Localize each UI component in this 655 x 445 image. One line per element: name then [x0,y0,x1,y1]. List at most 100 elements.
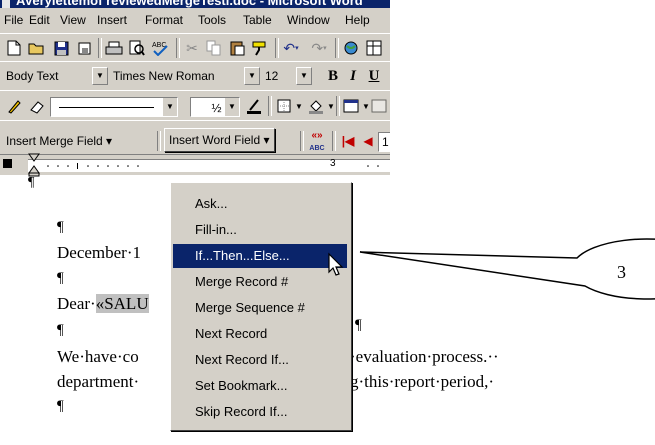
print-icon[interactable] [103,37,125,59]
save-icon[interactable] [50,37,72,59]
menu-file[interactable]: File [4,13,23,27]
menu-item-next-record-if[interactable]: Next Record If... [173,348,347,372]
permissions-icon[interactable] [73,37,95,59]
menu-item-ask[interactable]: Ask... [173,192,347,216]
callout-label: 3 [617,262,626,282]
insert-merge-field-button[interactable]: Insert Merge Field ▾ [2,130,116,152]
insert-table-icon[interactable] [340,95,362,117]
menu-item-next-record[interactable]: Next Record [173,322,347,346]
callout-bubble [359,238,655,300]
body-line-1-right: ·evaluation·process.·· [350,347,499,366]
menu-tools[interactable]: Tools [198,13,226,27]
open-folder-icon[interactable] [26,37,48,59]
word-app-icon [2,0,10,8]
chevron-down-icon: ▼ [296,67,312,85]
hyperlink-icon[interactable] [340,37,362,59]
abc-label: ABC [309,145,325,152]
paragraph-mark: ¶ [28,175,35,190]
toolbar-separator [332,131,336,151]
date-line: December·1 [57,243,142,262]
underline-button[interactable]: U [363,65,385,87]
line-style-dropdown[interactable]: ▼ [50,97,178,117]
eraser-icon[interactable] [26,95,48,117]
line-style-sample [59,107,154,108]
ruler-number: 3 [330,158,336,169]
menu-bar: File Edit View Insert Format Tools Table… [0,8,390,33]
copy-icon[interactable] [203,37,225,59]
body-line-2-right: g·this·report·period,· [350,372,494,391]
tables-borders-icon[interactable] [363,37,385,59]
first-record-icon[interactable]: |◀ [337,130,359,152]
window-title: AVerylettemof reviewedMergeTestl.doc - M… [16,0,363,8]
style-value: Body Text [6,69,59,83]
bold-button[interactable]: B [322,65,344,87]
chevron-down-icon: ▼ [224,98,239,116]
spelling-icon[interactable]: ABC [149,37,171,59]
view-merged-data-button[interactable]: «» ABC [306,129,328,153]
chevron-down-icon[interactable]: ▼ [327,102,335,111]
print-preview-icon[interactable] [126,37,148,59]
mouse-pointer-icon [328,252,344,276]
borders-icon[interactable] [273,95,295,117]
tables-borders-toolbar: ▼ ½ ▼ ▼ ▼ ▼ [0,90,390,121]
toolbar-separator [176,38,180,58]
align-left-icon[interactable] [388,65,390,87]
line-weight-dropdown[interactable]: ½ ▼ [190,97,240,117]
insert-word-field-button[interactable]: Insert Word Field ▾ [164,128,275,152]
dear-text: Dear· [57,294,96,313]
style-dropdown[interactable]: Body Text ▼ [3,67,108,85]
horizontal-ruler[interactable]: 3 [0,153,390,177]
font-dropdown[interactable]: Times New Roman ▼ [110,67,260,85]
paragraph-mark: ¶ [57,398,64,414]
toolbar-separator [268,96,272,116]
menu-item-set-bookmark[interactable]: Set Bookmark... [173,374,347,398]
menu-help[interactable]: Help [345,13,370,27]
paragraph-mark: ¶ [57,270,64,286]
toolbar-separator [275,38,279,58]
menu-window[interactable]: Window [287,13,330,27]
redo-icon[interactable]: ↷ ▾ [308,37,330,59]
menu-format[interactable]: Format [145,13,183,27]
toolbar-separator [98,38,102,58]
menu-insert[interactable]: Insert [97,13,127,27]
format-painter-icon[interactable] [249,37,271,59]
paragraph-mark: ¶ [57,322,64,338]
menu-table[interactable]: Table [243,13,272,27]
undo-icon[interactable]: ↶ ▾ [280,37,302,59]
paste-icon[interactable] [226,37,248,59]
border-color-icon[interactable] [243,95,265,117]
shading-color-icon[interactable] [305,95,327,117]
previous-record-icon[interactable]: ◀ [357,130,379,152]
record-number-field[interactable]: 1 [378,132,390,152]
menu-edit[interactable]: Edit [29,13,50,27]
title-bar: AVerylettemof reviewedMergeTestl.doc - M… [0,0,390,8]
body-line-2-left: department· [57,372,140,391]
new-document-icon[interactable] [3,37,25,59]
menu-item-fill-in[interactable]: Fill-in... [173,218,347,242]
menu-item-merge-record[interactable]: Merge Record # [173,270,347,294]
record-number-value: 1 [382,135,389,149]
menu-view[interactable]: View [60,13,86,27]
menu-item-if-then-else[interactable]: If...Then...Else... [173,244,347,268]
tab-selector-icon[interactable] [3,159,12,168]
merge-chevrons-icon: «» [311,130,323,141]
font-value: Times New Roman [113,69,215,83]
menu-item-merge-sequence[interactable]: Merge Sequence # [173,296,347,320]
chevron-down-icon[interactable]: ▼ [295,102,303,111]
font-size-dropdown[interactable]: 12 ▼ [262,67,312,85]
salutation-merge-field: «SALU [95,294,149,313]
indent-marker-icon[interactable] [28,153,40,177]
callout-annotation: 3 [359,238,655,300]
italic-button[interactable]: I [342,65,364,87]
paragraph-mark: ¶ [57,219,64,235]
standard-toolbar: ABC ✂ ↶ ▾ ↷ ▾ [0,33,390,62]
salutation-line: Dear·«SALU [57,294,149,314]
chevron-down-icon: ▼ [244,67,260,85]
merge-cells-icon[interactable] [368,95,390,117]
toolbar-separator [300,131,304,151]
cut-icon[interactable]: ✂ [181,37,203,59]
menu-item-skip-record-if[interactable]: Skip Record If... [173,400,347,424]
toolbar-separator [335,38,339,58]
draw-table-pencil-icon[interactable] [3,95,25,117]
chevron-down-icon: ▼ [162,98,177,116]
